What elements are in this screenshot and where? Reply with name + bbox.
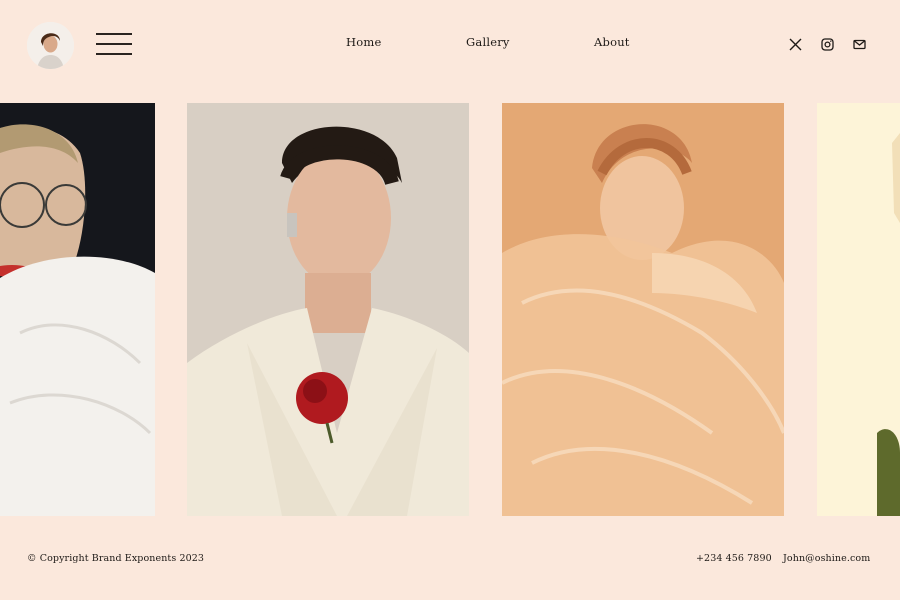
nav-home[interactable]: Home — [346, 35, 381, 49]
nav-about[interactable]: About — [594, 35, 630, 49]
avatar[interactable] — [27, 22, 74, 69]
gallery-photo-1[interactable] — [0, 103, 155, 516]
phone-link[interactable]: +234 456 7890 — [696, 553, 772, 564]
copyright-text: © Copyright Brand Exponents 2023 — [27, 553, 205, 564]
gallery-photo-3[interactable] — [502, 103, 784, 516]
mail-icon[interactable] — [853, 38, 867, 52]
gallery-photo-4[interactable] — [817, 103, 900, 516]
instagram-icon[interactable] — [821, 38, 835, 52]
x-twitter-icon[interactable] — [789, 38, 803, 52]
gallery-photo-2[interactable] — [187, 103, 469, 516]
hamburger-menu-button[interactable] — [96, 33, 132, 56]
email-link[interactable]: John@oshine.com — [783, 553, 870, 564]
nav-gallery[interactable]: Gallery — [466, 35, 510, 49]
